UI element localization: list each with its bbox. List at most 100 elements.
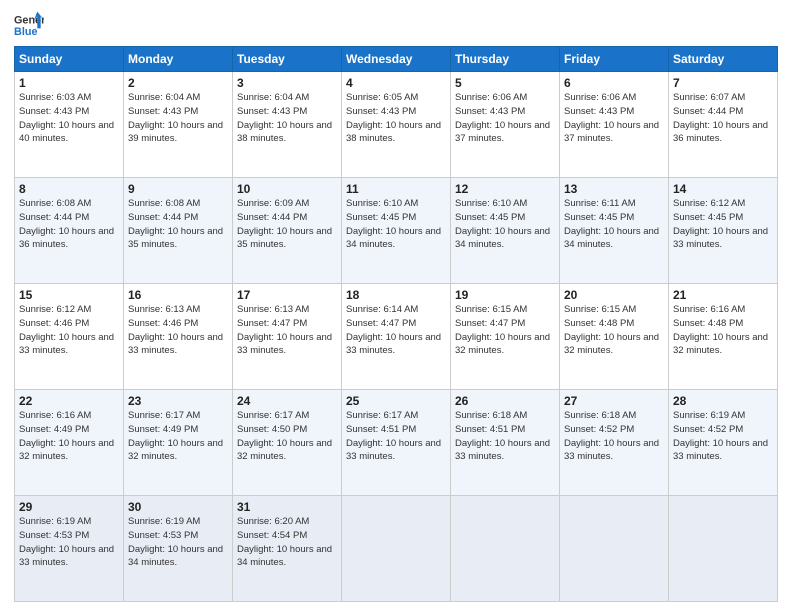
empty-cell (342, 496, 451, 602)
day-cell-19: 19Sunrise: 6:15 AMSunset: 4:47 PMDayligh… (451, 284, 560, 390)
day-number: 29 (19, 500, 119, 514)
day-number: 3 (237, 76, 337, 90)
day-cell-14: 14Sunrise: 6:12 AMSunset: 4:45 PMDayligh… (669, 178, 778, 284)
day-number: 7 (673, 76, 773, 90)
weekday-header-friday: Friday (560, 47, 669, 72)
day-cell-15: 15Sunrise: 6:12 AMSunset: 4:46 PMDayligh… (15, 284, 124, 390)
day-number: 4 (346, 76, 446, 90)
day-cell-24: 24Sunrise: 6:17 AMSunset: 4:50 PMDayligh… (233, 390, 342, 496)
page: General Blue SundayMondayTuesdayWednesda… (0, 0, 792, 612)
day-info: Sunrise: 6:18 AMSunset: 4:52 PMDaylight:… (564, 409, 664, 464)
day-number: 13 (564, 182, 664, 196)
day-info: Sunrise: 6:07 AMSunset: 4:44 PMDaylight:… (673, 91, 773, 146)
day-info: Sunrise: 6:08 AMSunset: 4:44 PMDaylight:… (19, 197, 119, 252)
day-info: Sunrise: 6:15 AMSunset: 4:47 PMDaylight:… (455, 303, 555, 358)
day-number: 30 (128, 500, 228, 514)
day-info: Sunrise: 6:16 AMSunset: 4:49 PMDaylight:… (19, 409, 119, 464)
day-number: 17 (237, 288, 337, 302)
day-info: Sunrise: 6:06 AMSunset: 4:43 PMDaylight:… (455, 91, 555, 146)
day-cell-29: 29Sunrise: 6:19 AMSunset: 4:53 PMDayligh… (15, 496, 124, 602)
day-number: 8 (19, 182, 119, 196)
day-number: 6 (564, 76, 664, 90)
day-info: Sunrise: 6:17 AMSunset: 4:51 PMDaylight:… (346, 409, 446, 464)
day-info: Sunrise: 6:04 AMSunset: 4:43 PMDaylight:… (128, 91, 228, 146)
day-info: Sunrise: 6:06 AMSunset: 4:43 PMDaylight:… (564, 91, 664, 146)
empty-cell (669, 496, 778, 602)
day-info: Sunrise: 6:08 AMSunset: 4:44 PMDaylight:… (128, 197, 228, 252)
calendar-table: SundayMondayTuesdayWednesdayThursdayFrid… (14, 46, 778, 602)
day-info: Sunrise: 6:10 AMSunset: 4:45 PMDaylight:… (455, 197, 555, 252)
day-cell-9: 9Sunrise: 6:08 AMSunset: 4:44 PMDaylight… (124, 178, 233, 284)
weekday-header-sunday: Sunday (15, 47, 124, 72)
day-cell-5: 5Sunrise: 6:06 AMSunset: 4:43 PMDaylight… (451, 72, 560, 178)
weekday-header-saturday: Saturday (669, 47, 778, 72)
day-number: 16 (128, 288, 228, 302)
day-number: 28 (673, 394, 773, 408)
day-cell-7: 7Sunrise: 6:07 AMSunset: 4:44 PMDaylight… (669, 72, 778, 178)
day-info: Sunrise: 6:16 AMSunset: 4:48 PMDaylight:… (673, 303, 773, 358)
day-cell-6: 6Sunrise: 6:06 AMSunset: 4:43 PMDaylight… (560, 72, 669, 178)
day-info: Sunrise: 6:10 AMSunset: 4:45 PMDaylight:… (346, 197, 446, 252)
day-cell-28: 28Sunrise: 6:19 AMSunset: 4:52 PMDayligh… (669, 390, 778, 496)
day-cell-30: 30Sunrise: 6:19 AMSunset: 4:53 PMDayligh… (124, 496, 233, 602)
day-number: 31 (237, 500, 337, 514)
day-info: Sunrise: 6:20 AMSunset: 4:54 PMDaylight:… (237, 515, 337, 570)
day-cell-17: 17Sunrise: 6:13 AMSunset: 4:47 PMDayligh… (233, 284, 342, 390)
day-info: Sunrise: 6:09 AMSunset: 4:44 PMDaylight:… (237, 197, 337, 252)
day-cell-10: 10Sunrise: 6:09 AMSunset: 4:44 PMDayligh… (233, 178, 342, 284)
day-info: Sunrise: 6:19 AMSunset: 4:52 PMDaylight:… (673, 409, 773, 464)
weekday-header-monday: Monday (124, 47, 233, 72)
day-info: Sunrise: 6:11 AMSunset: 4:45 PMDaylight:… (564, 197, 664, 252)
day-info: Sunrise: 6:13 AMSunset: 4:47 PMDaylight:… (237, 303, 337, 358)
weekday-header-tuesday: Tuesday (233, 47, 342, 72)
day-number: 26 (455, 394, 555, 408)
weekday-header-wednesday: Wednesday (342, 47, 451, 72)
day-number: 27 (564, 394, 664, 408)
day-number: 25 (346, 394, 446, 408)
day-number: 20 (564, 288, 664, 302)
day-number: 1 (19, 76, 119, 90)
day-number: 21 (673, 288, 773, 302)
day-number: 19 (455, 288, 555, 302)
day-info: Sunrise: 6:12 AMSunset: 4:46 PMDaylight:… (19, 303, 119, 358)
day-info: Sunrise: 6:13 AMSunset: 4:46 PMDaylight:… (128, 303, 228, 358)
svg-text:Blue: Blue (14, 26, 37, 38)
day-number: 9 (128, 182, 228, 196)
day-number: 23 (128, 394, 228, 408)
day-info: Sunrise: 6:17 AMSunset: 4:50 PMDaylight:… (237, 409, 337, 464)
day-number: 14 (673, 182, 773, 196)
day-cell-1: 1Sunrise: 6:03 AMSunset: 4:43 PMDaylight… (15, 72, 124, 178)
day-info: Sunrise: 6:12 AMSunset: 4:45 PMDaylight:… (673, 197, 773, 252)
day-info: Sunrise: 6:19 AMSunset: 4:53 PMDaylight:… (128, 515, 228, 570)
logo: General Blue (14, 10, 44, 40)
weekday-header-thursday: Thursday (451, 47, 560, 72)
empty-cell (451, 496, 560, 602)
day-number: 18 (346, 288, 446, 302)
day-cell-11: 11Sunrise: 6:10 AMSunset: 4:45 PMDayligh… (342, 178, 451, 284)
day-info: Sunrise: 6:18 AMSunset: 4:51 PMDaylight:… (455, 409, 555, 464)
day-cell-25: 25Sunrise: 6:17 AMSunset: 4:51 PMDayligh… (342, 390, 451, 496)
logo-icon: General Blue (14, 10, 44, 40)
day-number: 2 (128, 76, 228, 90)
day-number: 15 (19, 288, 119, 302)
day-number: 22 (19, 394, 119, 408)
day-number: 10 (237, 182, 337, 196)
day-cell-8: 8Sunrise: 6:08 AMSunset: 4:44 PMDaylight… (15, 178, 124, 284)
day-info: Sunrise: 6:19 AMSunset: 4:53 PMDaylight:… (19, 515, 119, 570)
day-cell-4: 4Sunrise: 6:05 AMSunset: 4:43 PMDaylight… (342, 72, 451, 178)
day-cell-20: 20Sunrise: 6:15 AMSunset: 4:48 PMDayligh… (560, 284, 669, 390)
day-cell-2: 2Sunrise: 6:04 AMSunset: 4:43 PMDaylight… (124, 72, 233, 178)
day-cell-31: 31Sunrise: 6:20 AMSunset: 4:54 PMDayligh… (233, 496, 342, 602)
day-cell-22: 22Sunrise: 6:16 AMSunset: 4:49 PMDayligh… (15, 390, 124, 496)
header: General Blue (14, 10, 778, 40)
day-info: Sunrise: 6:03 AMSunset: 4:43 PMDaylight:… (19, 91, 119, 146)
day-cell-13: 13Sunrise: 6:11 AMSunset: 4:45 PMDayligh… (560, 178, 669, 284)
day-cell-23: 23Sunrise: 6:17 AMSunset: 4:49 PMDayligh… (124, 390, 233, 496)
empty-cell (560, 496, 669, 602)
day-info: Sunrise: 6:17 AMSunset: 4:49 PMDaylight:… (128, 409, 228, 464)
day-info: Sunrise: 6:14 AMSunset: 4:47 PMDaylight:… (346, 303, 446, 358)
day-number: 12 (455, 182, 555, 196)
day-number: 24 (237, 394, 337, 408)
day-info: Sunrise: 6:04 AMSunset: 4:43 PMDaylight:… (237, 91, 337, 146)
day-number: 5 (455, 76, 555, 90)
